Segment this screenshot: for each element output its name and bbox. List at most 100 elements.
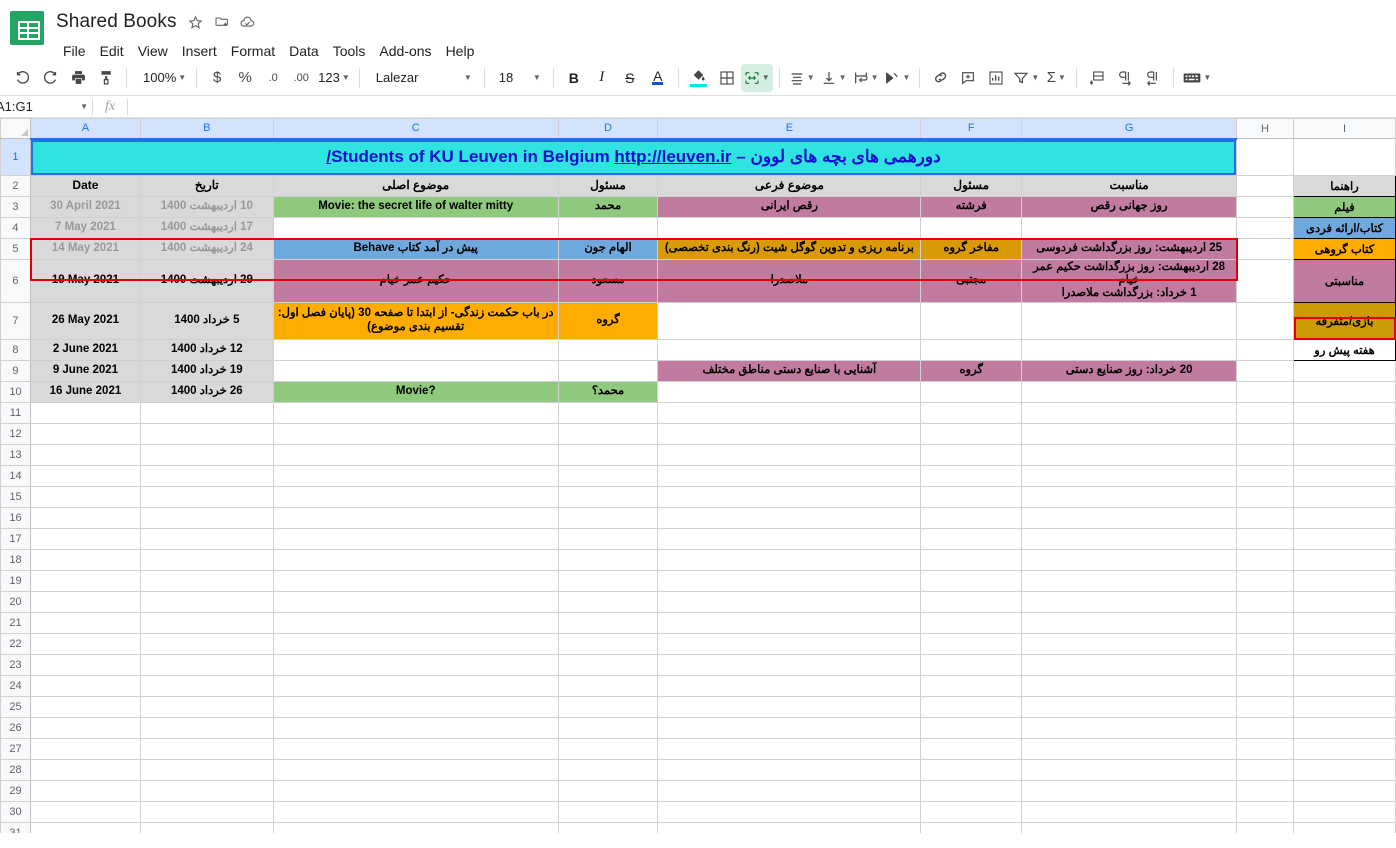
cell-h30[interactable] xyxy=(1236,800,1294,823)
cell-a14[interactable] xyxy=(29,464,141,487)
row-header-13[interactable]: 13 xyxy=(0,443,31,466)
cell-d10[interactable]: محمد؟ xyxy=(557,380,659,403)
cell-e25[interactable] xyxy=(657,695,922,718)
cell-h1[interactable] xyxy=(1236,138,1294,176)
cell-i14[interactable] xyxy=(1292,464,1396,487)
cell-d2-responsible-header[interactable]: مسئول xyxy=(557,175,659,197)
row-header-27[interactable]: 27 xyxy=(0,737,31,760)
move-to-folder-icon[interactable] xyxy=(209,9,235,35)
cell-d3[interactable]: محمد xyxy=(557,196,659,218)
cell-d7[interactable]: گروه xyxy=(557,301,659,340)
vertical-align-button[interactable]: ▼ xyxy=(818,64,850,92)
sheets-logo-icon[interactable] xyxy=(10,11,44,45)
cell-i29[interactable] xyxy=(1292,779,1396,802)
cell-h5[interactable] xyxy=(1236,238,1294,260)
cell-a23[interactable] xyxy=(29,653,141,676)
ltr-direction-icon[interactable] xyxy=(1139,64,1167,92)
cell-i27[interactable] xyxy=(1292,737,1396,760)
cell-c17[interactable] xyxy=(272,527,559,550)
cell-h3[interactable] xyxy=(1236,196,1294,218)
row-header-11[interactable]: 11 xyxy=(0,401,31,424)
cell-c15[interactable] xyxy=(272,485,559,508)
cell-d14[interactable] xyxy=(557,464,659,487)
cell-h11[interactable] xyxy=(1236,401,1294,424)
cell-g5[interactable]: 25 اردیبهشت: روز بزرگداشت فردوسی xyxy=(1021,238,1238,260)
cell-i9[interactable] xyxy=(1292,359,1396,382)
row-header-24[interactable]: 24 xyxy=(0,674,31,697)
cell-b20[interactable] xyxy=(139,590,274,613)
cell-b26[interactable] xyxy=(139,716,274,739)
cell-f31[interactable] xyxy=(920,821,1023,833)
cell-e22[interactable] xyxy=(657,632,922,655)
cell-b21[interactable] xyxy=(139,611,274,634)
cell-a28[interactable] xyxy=(29,758,141,781)
cell-i12[interactable] xyxy=(1292,422,1396,445)
cell-e23[interactable] xyxy=(657,653,922,676)
cell-a21[interactable] xyxy=(29,611,141,634)
more-formats-button[interactable]: 123 ▼ xyxy=(315,64,353,92)
insert-link-icon[interactable] xyxy=(926,64,954,92)
cell-c16[interactable] xyxy=(272,506,559,529)
cell-f22[interactable] xyxy=(920,632,1023,655)
cell-h26[interactable] xyxy=(1236,716,1294,739)
cell-i31[interactable] xyxy=(1292,821,1396,833)
cell-c6[interactable]: حکیم عمر خیام xyxy=(272,259,559,303)
cell-b13[interactable] xyxy=(139,443,274,466)
cell-h20[interactable] xyxy=(1236,590,1294,613)
cell-b7[interactable]: 5 خرداد 1400 xyxy=(139,301,274,340)
cell-d13[interactable] xyxy=(557,443,659,466)
row-header-30[interactable]: 30 xyxy=(0,800,31,823)
cell-e12[interactable] xyxy=(657,422,922,445)
cell-a13[interactable] xyxy=(29,443,141,466)
cell-g10[interactable] xyxy=(1021,380,1238,403)
cell-a26[interactable] xyxy=(29,716,141,739)
cell-g24[interactable] xyxy=(1021,674,1238,697)
cell-a3[interactable]: 30 April 2021 xyxy=(29,196,141,218)
row-header-19[interactable]: 19 xyxy=(0,569,31,592)
cell-g12[interactable] xyxy=(1021,422,1238,445)
cell-f8[interactable] xyxy=(920,338,1023,361)
cell-b25[interactable] xyxy=(139,695,274,718)
cell-g19[interactable] xyxy=(1021,569,1238,592)
cell-c4[interactable] xyxy=(272,217,559,239)
row-header-16[interactable]: 16 xyxy=(0,506,31,529)
horizontal-align-button[interactable]: ▼ xyxy=(786,64,818,92)
cell-f30[interactable] xyxy=(920,800,1023,823)
cell-f18[interactable] xyxy=(920,548,1023,571)
cell-i11[interactable] xyxy=(1292,401,1396,424)
cell-h24[interactable] xyxy=(1236,674,1294,697)
cell-f28[interactable] xyxy=(920,758,1023,781)
legend-item-occasion[interactable]: مناسبتی xyxy=(1292,259,1396,303)
cell-h7[interactable] xyxy=(1236,301,1294,340)
cell-a19[interactable] xyxy=(29,569,141,592)
text-wrap-button[interactable]: ▼ xyxy=(850,64,882,92)
cell-a2-date-header[interactable]: Date xyxy=(29,175,141,197)
cell-e5[interactable]: برنامه ریزی و تدوین گوگل شیت (رنگ بندی ت… xyxy=(657,238,922,260)
cell-b28[interactable] xyxy=(139,758,274,781)
cell-i28[interactable] xyxy=(1292,758,1396,781)
cell-h31[interactable] xyxy=(1236,821,1294,833)
column-header-e[interactable]: E xyxy=(657,118,922,140)
cell-f13[interactable] xyxy=(920,443,1023,466)
cell-c19[interactable] xyxy=(272,569,559,592)
cell-b27[interactable] xyxy=(139,737,274,760)
cell-i1[interactable] xyxy=(1292,138,1396,176)
cell-c21[interactable] xyxy=(272,611,559,634)
cell-b29[interactable] xyxy=(139,779,274,802)
cell-e6[interactable]: ملاصدرا xyxy=(657,259,922,303)
row-header-22[interactable]: 22 xyxy=(0,632,31,655)
cell-h21[interactable] xyxy=(1236,611,1294,634)
cell-h8[interactable] xyxy=(1236,338,1294,361)
column-header-i[interactable]: I xyxy=(1292,118,1396,139)
cell-b8[interactable]: 12 خرداد 1400 xyxy=(139,338,274,361)
cell-i10[interactable] xyxy=(1292,380,1396,403)
cell-g22[interactable] xyxy=(1021,632,1238,655)
cell-d31[interactable] xyxy=(557,821,659,833)
row-header-21[interactable]: 21 xyxy=(0,611,31,634)
cell-a18[interactable] xyxy=(29,548,141,571)
cell-f27[interactable] xyxy=(920,737,1023,760)
cell-d17[interactable] xyxy=(557,527,659,550)
cell-h25[interactable] xyxy=(1236,695,1294,718)
redo-icon[interactable] xyxy=(36,64,64,92)
menu-format[interactable]: Format xyxy=(224,40,282,62)
